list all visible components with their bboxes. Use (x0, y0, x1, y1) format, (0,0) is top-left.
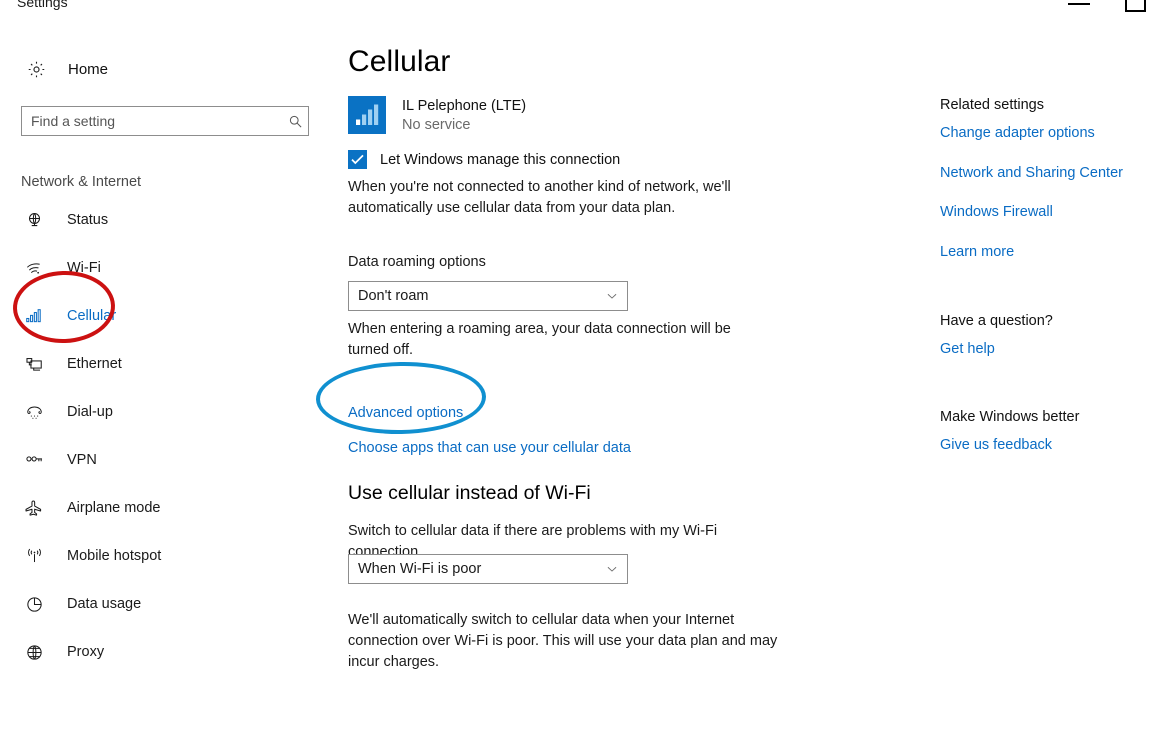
sidebar-item-label: Dial-up (67, 404, 113, 420)
have-a-question-heading: Have a question? (940, 313, 1053, 329)
related-settings-panel: Related settings Change adapter options … (930, 16, 1163, 755)
sidebar-item-airplane-mode[interactable]: Airplane mode (0, 484, 330, 532)
related-settings-heading: Related settings (940, 97, 1044, 113)
sidebar-item-label: Proxy (67, 644, 105, 660)
sidebar-item-dialup[interactable]: Dial-up (0, 388, 330, 436)
sidebar-item-label: VPN (67, 452, 97, 468)
gear-icon (21, 60, 51, 79)
sidebar-item-data-usage[interactable]: Data usage (0, 580, 330, 628)
give-us-feedback-link[interactable]: Give us feedback (940, 437, 1052, 453)
chevron-down-icon (597, 562, 627, 576)
main-content: Cellular IL Pelephone (LTE) No service L… (330, 16, 930, 755)
carrier-name: IL Pelephone (LTE) (402, 98, 527, 114)
manage-connection-description: When you're not connected to another kin… (348, 179, 731, 216)
status-globe-icon (21, 211, 47, 230)
sidebar-item-home[interactable]: Home (21, 57, 108, 81)
data-roaming-label: Data roaming options (348, 254, 486, 270)
sidebar-item-label: Airplane mode (67, 500, 161, 516)
sidebar-item-label: Wi-Fi (67, 260, 101, 276)
sidebar-item-proxy[interactable]: Proxy (0, 628, 330, 676)
sidebar-item-wifi[interactable]: Wi-Fi (0, 244, 330, 292)
signal-bars-icon (348, 96, 386, 134)
title-bar: Settings (0, 0, 1163, 16)
carrier-row: IL Pelephone (LTE) No service (348, 96, 526, 135)
maximize-button[interactable] (1112, 0, 1158, 16)
globe-icon (21, 643, 47, 662)
airplane-icon (21, 499, 47, 518)
wifi-section-note: We'll automatically switch to cellular d… (348, 612, 778, 670)
chevron-down-icon (597, 289, 627, 303)
sidebar-item-ethernet[interactable]: Ethernet (0, 340, 330, 388)
make-windows-better-heading: Make Windows better (940, 409, 1080, 425)
window-title: Settings (17, 0, 68, 10)
sidebar-item-mobile-hotspot[interactable]: Mobile hotspot (0, 532, 330, 580)
learn-more-link[interactable]: Learn more (940, 244, 1014, 260)
search-icon (282, 114, 308, 129)
sidebar-nav: Status Wi-Fi Cellular Ethernet Dial-up V… (0, 196, 330, 676)
manage-connection-checkbox-row[interactable]: Let Windows manage this connection (348, 150, 620, 169)
minimize-icon (1068, 3, 1090, 5)
sidebar: Home Network & Internet (0, 16, 330, 755)
minimize-button[interactable] (1056, 0, 1102, 16)
change-adapter-options-link[interactable]: Change adapter options (940, 125, 1095, 141)
dialup-phone-icon (21, 403, 47, 422)
choose-apps-link[interactable]: Choose apps that can use your cellular d… (348, 440, 631, 456)
data-roaming-description: When entering a roaming area, your data … (348, 321, 731, 358)
wifi-section-heading: Use cellular instead of Wi-Fi (348, 482, 591, 504)
search-box[interactable] (21, 106, 309, 136)
windows-firewall-link[interactable]: Windows Firewall (940, 204, 1053, 220)
sidebar-item-vpn[interactable]: VPN (0, 436, 330, 484)
page-title: Cellular (348, 45, 451, 78)
sidebar-item-label: Cellular (67, 308, 117, 324)
network-sharing-center-link[interactable]: Network and Sharing Center (940, 165, 1123, 181)
hotspot-icon (21, 547, 47, 566)
cellular-bars-icon (21, 307, 47, 326)
sidebar-item-label: Data usage (67, 596, 142, 612)
search-input[interactable] (22, 113, 282, 129)
wifi-switch-select[interactable]: When Wi-Fi is poor (348, 554, 628, 584)
sidebar-item-label: Ethernet (67, 356, 122, 372)
carrier-status: No service (402, 117, 471, 133)
sidebar-item-cellular[interactable]: Cellular (0, 292, 330, 340)
manage-connection-label: Let Windows manage this connection (380, 151, 621, 168)
data-roaming-value: Don't roam (358, 288, 429, 304)
sidebar-item-label: Mobile hotspot (67, 548, 162, 564)
manage-connection-checkbox[interactable] (348, 150, 367, 169)
vpn-key-icon (21, 451, 47, 470)
sidebar-section-heading: Network & Internet (21, 174, 142, 190)
sidebar-item-label: Status (67, 212, 109, 228)
wifi-icon (21, 259, 47, 278)
get-help-link[interactable]: Get help (940, 341, 995, 357)
sidebar-item-status[interactable]: Status (0, 196, 330, 244)
pie-chart-icon (21, 595, 47, 614)
sidebar-home-label: Home (68, 60, 109, 78)
settings-window: Settings Home Find a setting Network & I… (0, 0, 1163, 755)
advanced-options-link[interactable]: Advanced options (348, 405, 463, 421)
wifi-switch-value: When Wi-Fi is poor (358, 561, 482, 577)
data-roaming-select[interactable]: Don't roam (348, 281, 628, 311)
ethernet-icon (21, 355, 47, 374)
maximize-icon (1125, 0, 1146, 12)
